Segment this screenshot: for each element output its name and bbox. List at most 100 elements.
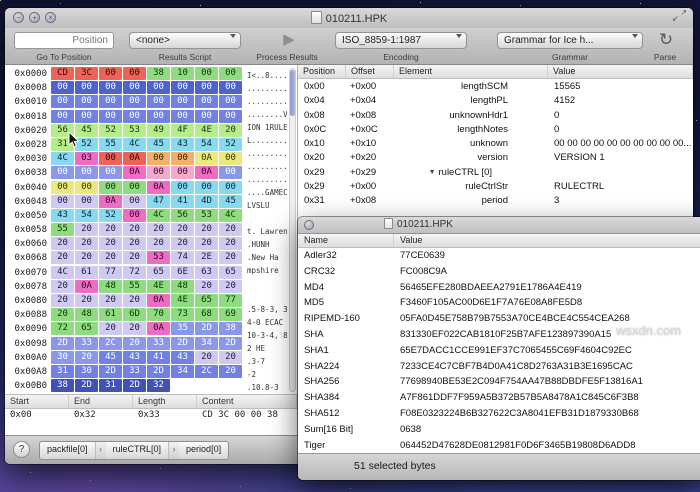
hex-byte[interactable]: 30 [75, 364, 98, 378]
hex-byte[interactable]: 55 [99, 137, 122, 151]
hex-byte[interactable]: 43 [51, 208, 74, 222]
hex-byte[interactable]: 20 [51, 294, 74, 307]
checksum-row[interactable]: CRC32 FC008C9A [298, 264, 700, 280]
hex-byte[interactable]: 00 [51, 109, 74, 123]
hex-byte[interactable]: 4C [219, 208, 242, 222]
hex-byte[interactable]: 00 [147, 109, 170, 123]
hex-byte[interactable]: 63 [195, 265, 218, 279]
hex-byte[interactable]: 20 [195, 223, 218, 237]
hex-byte[interactable]: 4E [147, 279, 170, 293]
hex-byte[interactable]: 2D [51, 336, 74, 350]
result-row[interactable]: 0x04 +0x04 lengthPL 4152 [298, 94, 693, 108]
hex-scrollbar[interactable] [289, 68, 296, 392]
results-script-dropdown[interactable]: <none> [129, 32, 241, 49]
hex-byte[interactable]: 2D [123, 379, 146, 393]
hex-byte[interactable]: 20 [123, 336, 146, 350]
breadcrumb-item[interactable]: packfile[0] [40, 442, 95, 459]
hex-byte[interactable]: 00 [219, 166, 242, 180]
hex-byte[interactable]: 20 [75, 350, 98, 364]
grammar-dropdown[interactable]: Grammar for Ice h... [497, 32, 643, 49]
hex-byte[interactable]: 6E [171, 265, 194, 279]
hex-byte[interactable]: 6D [123, 308, 146, 322]
hex-byte[interactable]: 4C [51, 265, 74, 279]
hex-byte[interactable]: 45 [99, 350, 122, 364]
hex-byte[interactable]: 20 [99, 322, 122, 336]
checksum-row[interactable]: SHA256 77698940BE53E2C094F754AA47B88DBDFE… [298, 374, 700, 390]
hex-byte[interactable]: 00 [75, 180, 98, 194]
hex-byte[interactable]: 00 [147, 152, 170, 166]
hex-byte[interactable]: 54 [75, 208, 98, 222]
hex-byte[interactable]: 53 [123, 123, 146, 137]
hex-byte[interactable]: 00 [219, 95, 242, 109]
checksum-row[interactable]: SHA384 A7F861DDF7F959A5B372B57B5A8478A1C8… [298, 390, 700, 406]
hex-byte[interactable]: 65 [147, 265, 170, 279]
scrollbar-thumb[interactable] [290, 70, 295, 116]
hex-byte[interactable]: 00 [51, 166, 74, 180]
hex-byte[interactable]: 00 [195, 81, 218, 95]
hex-byte[interactable]: 00 [99, 95, 122, 109]
hex-byte[interactable]: 20 [123, 237, 146, 251]
hex-byte[interactable]: 38 [219, 322, 242, 336]
hex-byte[interactable]: 53 [147, 251, 170, 265]
hex-byte[interactable]: 73 [171, 308, 194, 322]
checksum-row[interactable]: MD5 F3460F105AC00D6E1F7A76E08A8FE5D8 [298, 295, 700, 311]
hex-byte[interactable]: 03 [75, 152, 98, 166]
result-row[interactable]: 0x29 +0x29 ▼ ruleCTRL [0] [298, 166, 693, 180]
hex-byte[interactable]: 2D [75, 379, 98, 393]
hex-byte[interactable]: 65 [75, 322, 98, 336]
hex-byte[interactable]: 00 [219, 109, 242, 123]
hex-byte[interactable]: 00 [51, 194, 74, 208]
hex-byte[interactable]: 2D [99, 364, 122, 378]
hex-byte[interactable]: 31 [51, 364, 74, 378]
hex-byte[interactable]: 34 [195, 336, 218, 350]
help-button[interactable]: ? [13, 441, 30, 458]
hex-byte[interactable]: 00 [147, 81, 170, 95]
hex-byte[interactable]: 00 [99, 152, 122, 166]
hex-byte[interactable]: 2D [171, 336, 194, 350]
hex-byte[interactable]: 00 [99, 166, 122, 180]
hex-byte[interactable]: 33 [147, 336, 170, 350]
close-button[interactable] [304, 220, 314, 230]
hex-byte[interactable]: 49 [147, 123, 170, 137]
hex-byte[interactable]: 4D [195, 194, 218, 208]
hex-byte[interactable]: 2C [99, 336, 122, 350]
hex-byte[interactable]: 52 [99, 123, 122, 137]
hex-byte[interactable]: 00 [171, 109, 194, 123]
hex-byte[interactable]: 00 [75, 194, 98, 208]
fullscreen-icon[interactable]: ↗ ↙ [672, 8, 687, 24]
hex-byte[interactable]: 00 [51, 180, 74, 194]
hex-byte[interactable]: CD [51, 67, 74, 80]
hex-byte[interactable]: 41 [171, 194, 194, 208]
hex-byte[interactable]: 77 [219, 294, 242, 307]
checksum-row[interactable]: Sum[16 Bit] 0638 [298, 422, 700, 438]
hex-byte[interactable]: 72 [123, 265, 146, 279]
hex-byte[interactable]: 77 [99, 265, 122, 279]
checksum-row[interactable]: Adler32 77CE0639 [298, 248, 700, 264]
hex-byte[interactable]: 00 [147, 166, 170, 180]
hex-byte[interactable]: 33 [123, 364, 146, 378]
process-results-button[interactable]: ▶ [277, 31, 301, 49]
hex-byte[interactable]: 4F [171, 123, 194, 137]
hex-byte[interactable]: 20 [147, 237, 170, 251]
hex-byte[interactable]: 47 [147, 194, 170, 208]
selection-table-row[interactable]: 0x00 0x32 0x33 CD 3C 00 00 38 [5, 408, 297, 422]
hex-byte[interactable]: 48 [99, 279, 122, 293]
hex-byte[interactable]: 20 [123, 294, 146, 307]
hex-byte[interactable]: 20 [99, 294, 122, 307]
hex-byte[interactable]: 38 [51, 379, 74, 393]
hex-byte[interactable]: 2D [147, 364, 170, 378]
disclosure-triangle-icon[interactable]: ▼ [429, 169, 436, 176]
result-row[interactable]: 0x00 +0x00 lengthSCM 15565 [298, 80, 693, 94]
hex-byte[interactable]: 20 [51, 237, 74, 251]
hex-byte[interactable]: 00 [219, 67, 242, 80]
hex-byte[interactable]: 3C [75, 67, 98, 80]
hex-byte[interactable]: 20 [51, 251, 74, 265]
hex-byte[interactable]: 70 [147, 308, 170, 322]
hex-byte[interactable]: 00 [75, 166, 98, 180]
hex-byte[interactable]: 00 [123, 81, 146, 95]
hex-byte[interactable]: 00 [195, 95, 218, 109]
hex-byte[interactable]: 20 [171, 223, 194, 237]
hex-editor-panel[interactable]: 0x0000 CD 3C 00 00 38 10 00 00 0x0008 00 00 00 00 00 00… [9, 67, 249, 394]
hex-byte[interactable]: 4C [147, 208, 170, 222]
result-row[interactable]: 0x29 +0x00 ruleCtrlStr RULECTRL [298, 180, 693, 194]
